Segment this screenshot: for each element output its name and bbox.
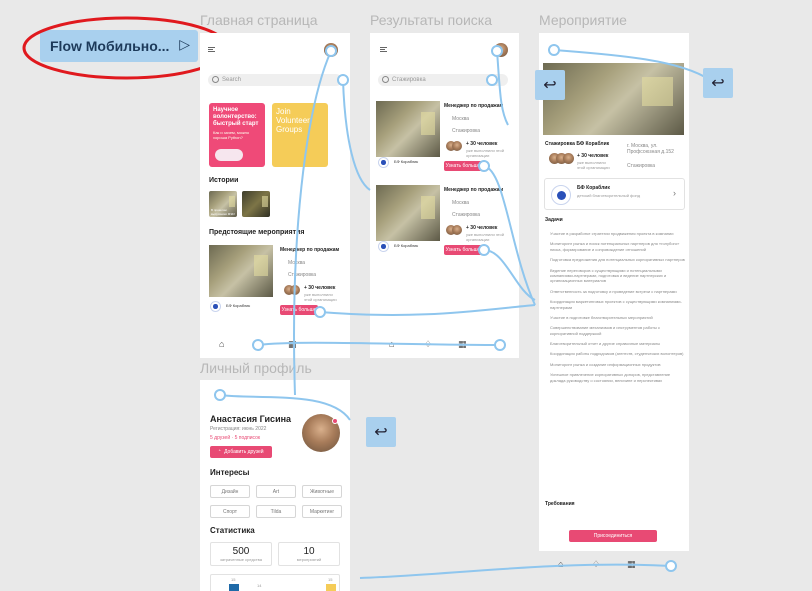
connector-node[interactable] (494, 339, 506, 351)
back-action-card[interactable]: ↩ (366, 417, 396, 447)
back-arrow-icon: ↩ (374, 424, 388, 441)
back-arrow-icon: ↩ (711, 75, 725, 92)
connector-node[interactable] (252, 339, 264, 351)
connector-node[interactable] (478, 244, 490, 256)
back-arrow-icon: ↩ (543, 77, 557, 94)
connector-node[interactable] (337, 74, 349, 86)
back-action-card[interactable]: ↩ (703, 68, 733, 98)
connector-node[interactable] (314, 306, 326, 318)
connector-node[interactable] (214, 389, 226, 401)
connector-node[interactable] (491, 45, 503, 57)
connector-node[interactable] (665, 560, 677, 572)
connector-node[interactable] (478, 160, 490, 172)
connector-node[interactable] (548, 44, 560, 56)
connector-node[interactable] (325, 45, 337, 57)
connector-node[interactable] (486, 74, 498, 86)
flow-connectors (219, 49, 711, 579)
back-action-card[interactable]: ↩ (535, 70, 565, 100)
